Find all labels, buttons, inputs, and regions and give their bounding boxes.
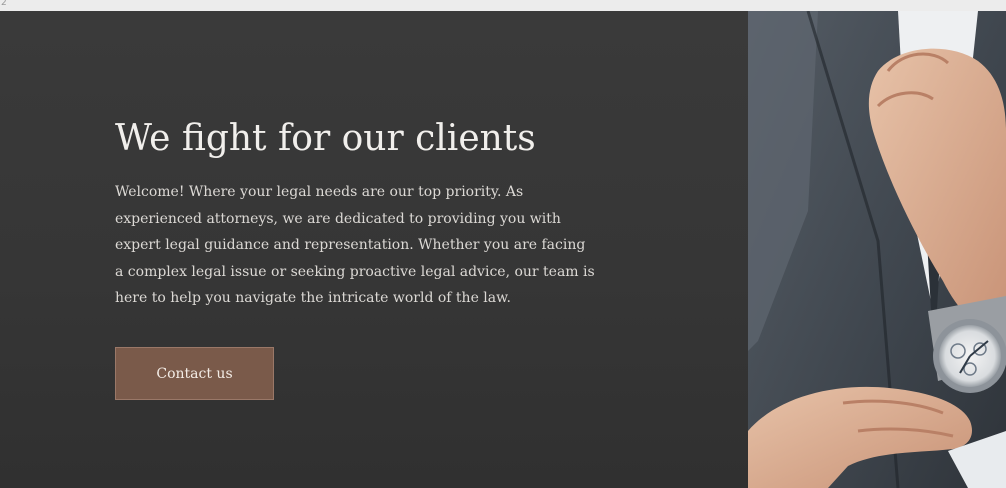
browser-top-strip: 2	[0, 0, 1006, 11]
hero-section: We fight for our clients Welcome! Where …	[0, 11, 748, 488]
man-adjusting-tie-photo	[748, 11, 1006, 488]
hero-headline: We fight for our clients	[115, 118, 536, 159]
contact-us-button[interactable]: Contact us	[115, 347, 274, 400]
photo-illustration	[748, 11, 1006, 488]
hero-description: Welcome! Where your legal needs are our …	[115, 184, 595, 306]
corner-mark: 2	[1, 0, 7, 8]
